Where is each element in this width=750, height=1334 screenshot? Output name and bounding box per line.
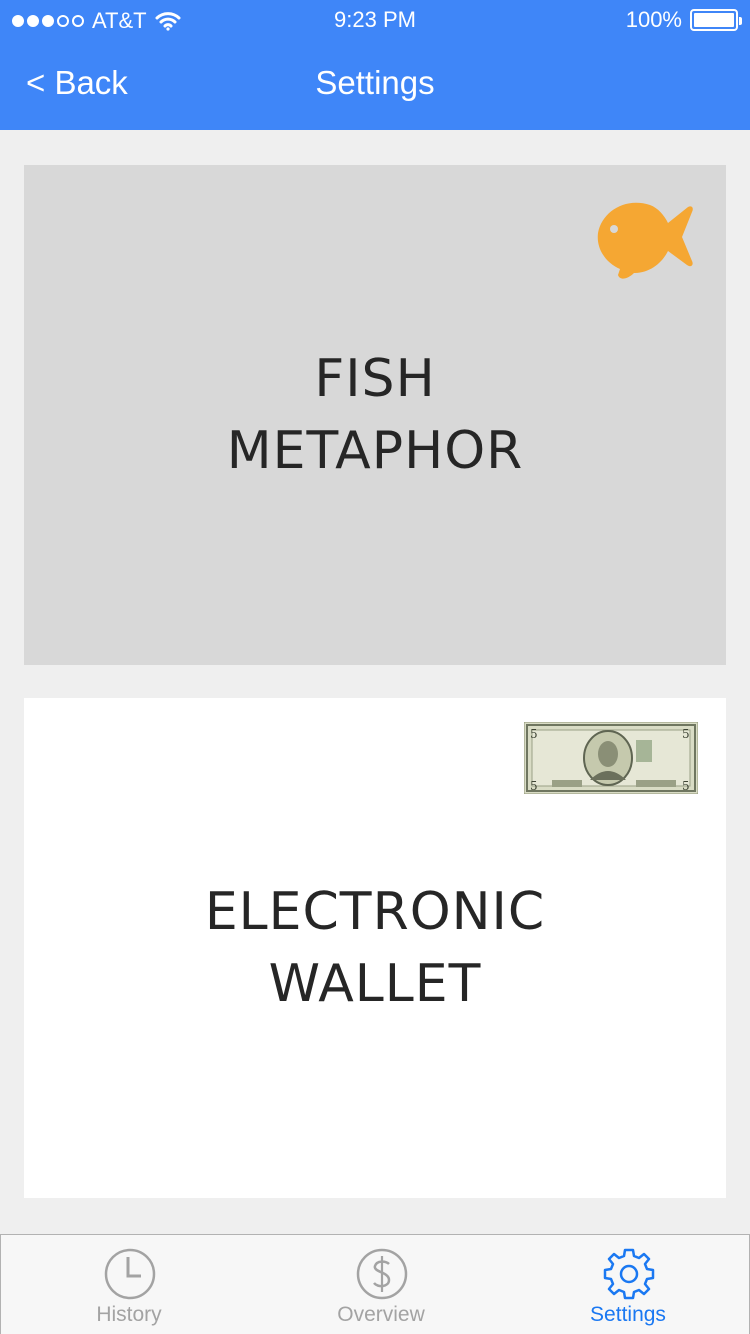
- fish-icon: [597, 202, 693, 279]
- battery-icon: [690, 9, 742, 31]
- dollar-circle-icon: [356, 1248, 408, 1300]
- status-bar: AT&T 9:23 PM 100%: [0, 0, 750, 40]
- svg-text:5: 5: [682, 727, 690, 741]
- tab-history[interactable]: History: [39, 1235, 219, 1334]
- svg-text:5: 5: [530, 779, 538, 793]
- page-title: Settings: [315, 64, 435, 101]
- five-dollar-bill-icon: 5 5 5 5: [524, 722, 698, 794]
- svg-text:5: 5: [530, 727, 538, 741]
- battery-percent: 100%: [625, 7, 682, 32]
- fish-metaphor-label: FISH METAPHOR: [226, 349, 524, 481]
- status-right: 100%: [625, 7, 742, 33]
- navigation-bar: < Back Settings: [0, 40, 750, 130]
- electronic-wallet-option[interactable]: 5 5 5 5 ELECTRONIC WALLET: [24, 698, 726, 1198]
- fish-metaphor-option[interactable]: FISH METAPHOR: [24, 165, 726, 665]
- tab-overview-label: Overview: [337, 1303, 425, 1326]
- tab-history-label: History: [96, 1303, 162, 1326]
- tab-settings[interactable]: Settings: [538, 1235, 718, 1334]
- electronic-wallet-label: ELECTRONIC WALLET: [204, 882, 546, 1014]
- svg-text:5: 5: [682, 779, 690, 793]
- tab-settings-label: Settings: [590, 1303, 666, 1326]
- tab-overview[interactable]: Overview: [291, 1235, 471, 1334]
- gear-icon: [603, 1248, 655, 1300]
- tab-bar: History Overview Settings: [0, 1234, 750, 1334]
- top-bar: AT&T 9:23 PM 100% < Back Settings: [0, 0, 750, 130]
- clock-icon: [104, 1248, 156, 1300]
